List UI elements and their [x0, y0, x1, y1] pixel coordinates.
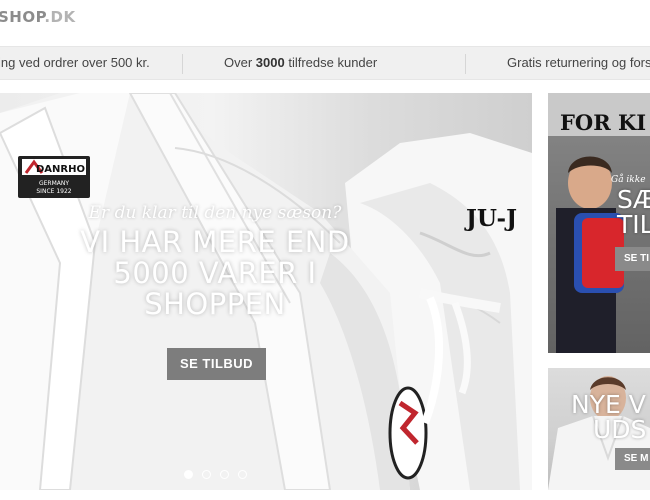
hero-overlay-text: JU-J [466, 205, 517, 232]
slider-dots [184, 466, 256, 479]
side-promo-season[interactable]: FOR KI Gå ikke SÆS TILB SE TI [548, 93, 650, 353]
slider-dot-3[interactable] [220, 470, 229, 479]
see-offers-button[interactable]: SE TILBUD [167, 348, 266, 380]
usp-divider [465, 54, 466, 74]
side-promo-season-button[interactable]: SE TI [615, 247, 650, 271]
svg-text:GERMANY: GERMANY [39, 180, 69, 187]
side-promo-new[interactable]: NYE V UDS SE M [548, 368, 650, 490]
hero-slider[interactable]: DANRHO GERMANY SINCE 1922 JU-J Er du kla… [0, 93, 532, 490]
hero-subtitle: Er du klar til den nye sæson? [88, 203, 342, 223]
usp-customers: Over 3000 tilfredse kunder [224, 55, 378, 70]
usp-bar: ing ved ordrer over 500 kr. Over 3000 ti… [0, 46, 650, 80]
site-header: SHOP.DK [0, 0, 650, 46]
side-promo-title: SÆS TILB [617, 185, 650, 239]
slider-dot-4[interactable] [238, 470, 247, 479]
site-logo[interactable]: SHOP.DK [0, 8, 76, 26]
side-promo-new-button[interactable]: SE M [615, 448, 650, 470]
usp-free-returns: Gratis returnering og forsen [507, 55, 650, 70]
svg-text:SINCE 1922: SINCE 1922 [36, 188, 71, 195]
side-promo-subtitle: Gå ikke [611, 175, 646, 185]
usp-divider [182, 54, 183, 74]
usp-free-shipping: ing ved ordrer over 500 kr. [0, 55, 150, 70]
slider-dot-2[interactable] [202, 470, 211, 479]
side-promo-new-title: NYE V UDS [571, 390, 647, 444]
slider-dot-1[interactable] [184, 470, 193, 479]
hero-title: VI HAR MERE END 5000 VARER I SHOPPEN [80, 225, 350, 321]
svg-text:DANRHO: DANRHO [36, 164, 85, 175]
